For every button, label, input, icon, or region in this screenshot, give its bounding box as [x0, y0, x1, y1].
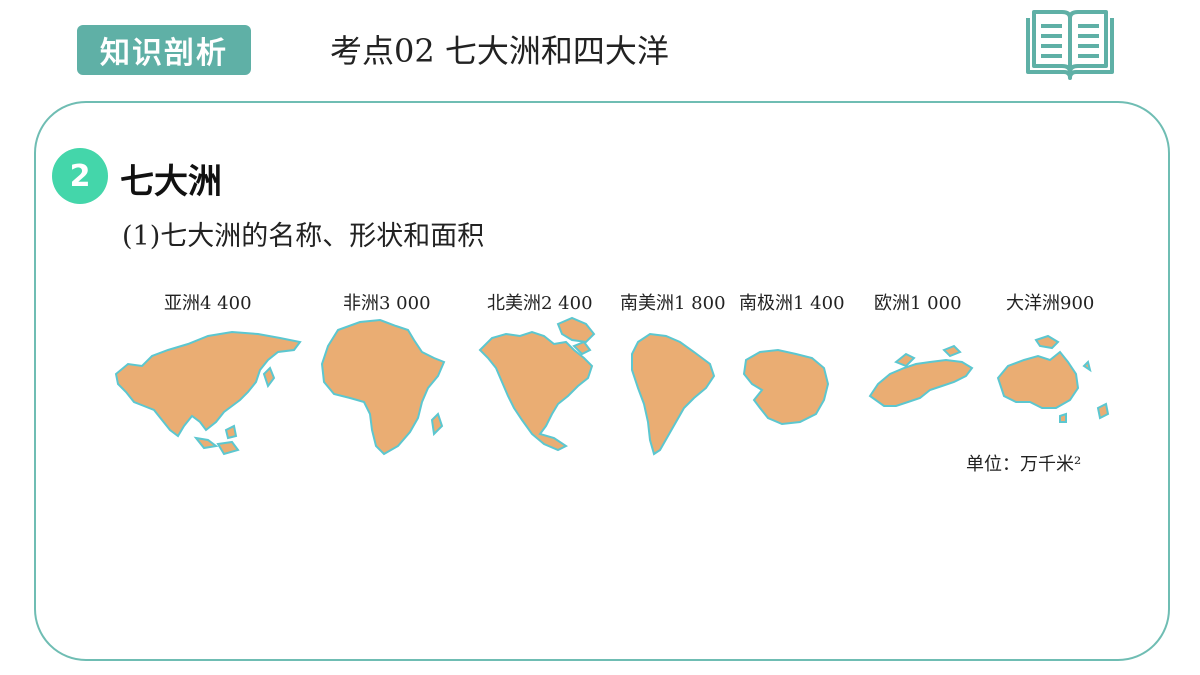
unit-label: 单位：万千米²: [966, 454, 1082, 475]
continent-label-europe: 欧洲1 000: [874, 293, 962, 314]
asia-map: [114, 330, 302, 456]
continent-label-antarctica: 南极洲1 400: [739, 293, 845, 314]
section-title: 七大洲: [120, 162, 222, 202]
continent-label-asia: 亚洲4 400: [164, 293, 252, 314]
continent-label-oceania: 大洋洲900: [1006, 293, 1095, 314]
section-subtitle: (1)七大洲的名称、形状和面积: [122, 221, 485, 252]
antarctica-map: [742, 348, 830, 426]
north-america-map: [478, 316, 596, 452]
page-title: 考点02 七大洲和四大洋: [330, 32, 669, 70]
continent-label-south-america: 南美洲1 800: [620, 293, 726, 314]
south-america-map: [631, 332, 716, 456]
africa-map: [320, 318, 446, 456]
book-icon: [1026, 10, 1114, 80]
europe-map: [868, 344, 974, 407]
oceania-map: [996, 334, 1110, 423]
section-number: 2: [52, 148, 108, 204]
section-badge: 知识剖析: [77, 25, 251, 75]
continent-label-africa: 非洲3 000: [343, 293, 431, 314]
